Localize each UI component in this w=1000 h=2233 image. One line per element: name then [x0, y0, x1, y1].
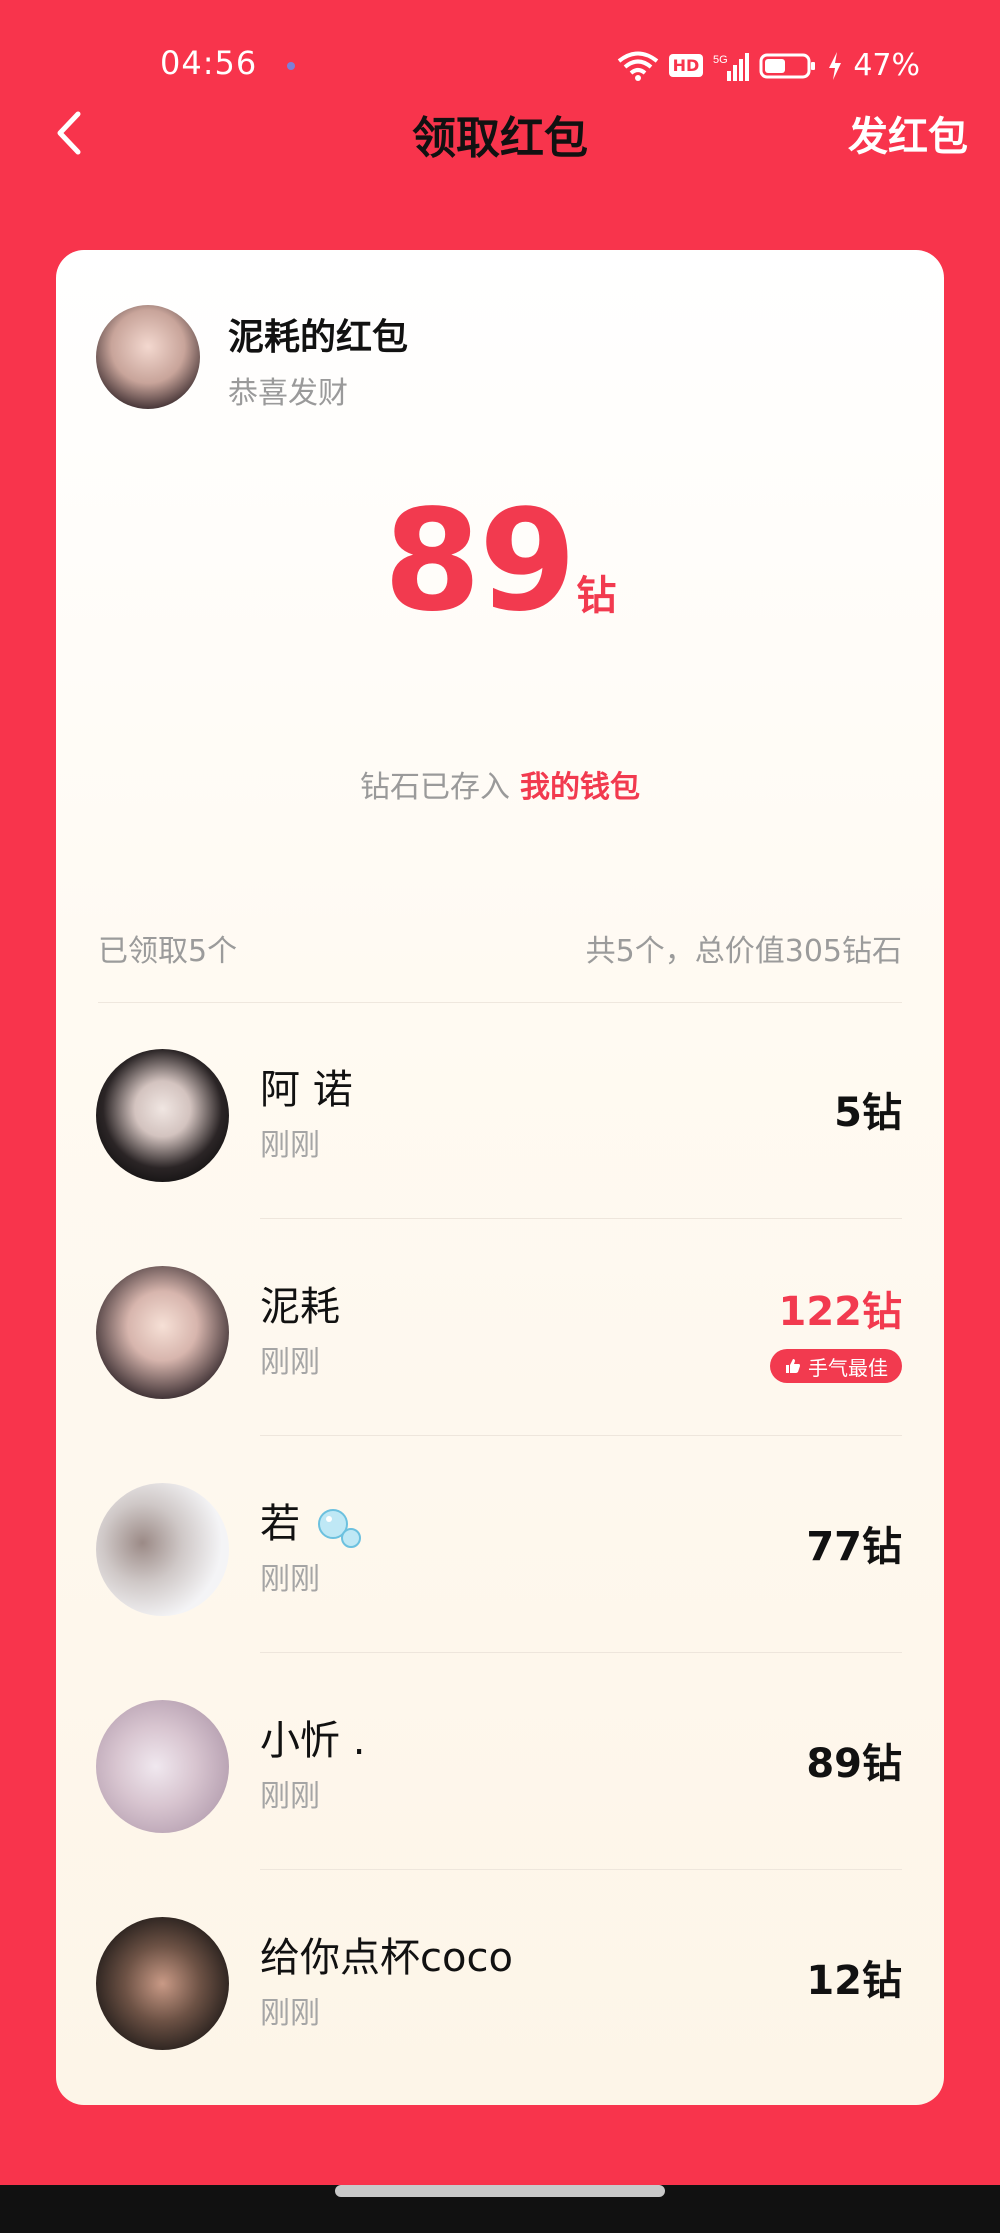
avatar[interactable] — [96, 1917, 229, 2050]
claimed-summary: 已领取5个 — [98, 934, 238, 969]
recipient-row[interactable]: 小忻 . 刚刚 89钻 — [56, 1653, 944, 1870]
recipient-name: 泥耗 — [260, 1284, 340, 1330]
recipient-time: 刚刚 — [260, 1779, 320, 1814]
recipient-time: 刚刚 — [260, 1996, 320, 2031]
recipient-diamonds: 5钻 — [834, 1090, 902, 1136]
home-indicator[interactable] — [335, 2185, 665, 2197]
recipient-diamonds: 77钻 — [806, 1524, 902, 1570]
recipient-list: 阿 诺 刚刚 5钻 泥耗 刚刚 122钻 手气最佳 若 刚刚 77钻 小忻 . … — [56, 1002, 944, 2087]
signal-icon: 5G — [713, 52, 750, 81]
best-luck-badge: 手气最佳 — [770, 1349, 902, 1383]
charging-bolt-icon — [829, 51, 842, 80]
saved-notice: 钻石已存入 我的钱包 — [56, 762, 944, 806]
wifi-icon — [617, 51, 658, 81]
recipient-name-wrap: 若 — [260, 1491, 363, 1550]
send-red-packet-button[interactable]: 发红包 — [848, 104, 968, 162]
recipient-name: 给你点杯coco — [260, 1935, 513, 1981]
recipient-time: 刚刚 — [260, 1128, 320, 1163]
recipient-row[interactable]: 泥耗 刚刚 122钻 手气最佳 — [56, 1219, 944, 1436]
best-luck-label: 手气最佳 — [808, 1355, 888, 1380]
red-packet-wish: 恭喜发财 — [228, 376, 348, 411]
sender-name: 泥耗的红包 — [228, 317, 409, 358]
total-summary: 共5个，总价值305钻石 — [585, 934, 902, 969]
recipient-diamonds: 89钻 — [806, 1741, 902, 1787]
red-packet-card: 泥耗的红包 恭喜发财 89钻 钻石已存入 我的钱包 已领取5个 共5个，总价值30… — [56, 250, 944, 2105]
recipient-row[interactable]: 若 刚刚 77钻 — [56, 1436, 944, 1653]
recipient-name: 小忻 . — [260, 1718, 366, 1764]
recipient-diamonds: 122钻 — [778, 1289, 903, 1335]
recipient-diamonds: 12钻 — [806, 1958, 902, 2004]
recipient-row[interactable]: 阿 诺 刚刚 5钻 — [56, 1002, 944, 1219]
notification-dot-icon — [287, 62, 295, 70]
battery-percent: 47% — [853, 48, 920, 83]
thumbs-up-icon — [786, 1359, 800, 1373]
recipient-time: 刚刚 — [260, 1345, 320, 1380]
amount-value: 89 — [383, 480, 577, 643]
my-wallet-link[interactable]: 我的钱包 — [520, 770, 640, 805]
avatar[interactable] — [96, 1049, 229, 1182]
avatar[interactable] — [96, 1266, 229, 1399]
svg-text:5G: 5G — [713, 54, 728, 66]
saved-text: 钻石已存入 — [360, 770, 510, 805]
recipient-time: 刚刚 — [260, 1562, 320, 1597]
avatar[interactable] — [96, 1700, 229, 1833]
amount-display: 89钻 — [56, 480, 944, 643]
status-icons: HD 5G 47% — [617, 48, 920, 83]
avatar[interactable] — [96, 1483, 229, 1616]
status-time: 04:56 — [160, 44, 258, 82]
hd-icon: HD — [668, 54, 704, 77]
recipient-name: 若 — [260, 1501, 300, 1547]
sender-avatar[interactable] — [96, 305, 200, 409]
recipient-row[interactable]: 给你点杯coco 刚刚 12钻 — [56, 1870, 944, 2087]
bubble-icon — [317, 1509, 361, 1548]
recipient-name: 阿 诺 — [260, 1067, 353, 1113]
battery-icon — [759, 53, 816, 78]
status-bar: 04:56 HD 5G 47% — [0, 0, 1000, 110]
amount-unit: 钻 — [576, 573, 617, 619]
